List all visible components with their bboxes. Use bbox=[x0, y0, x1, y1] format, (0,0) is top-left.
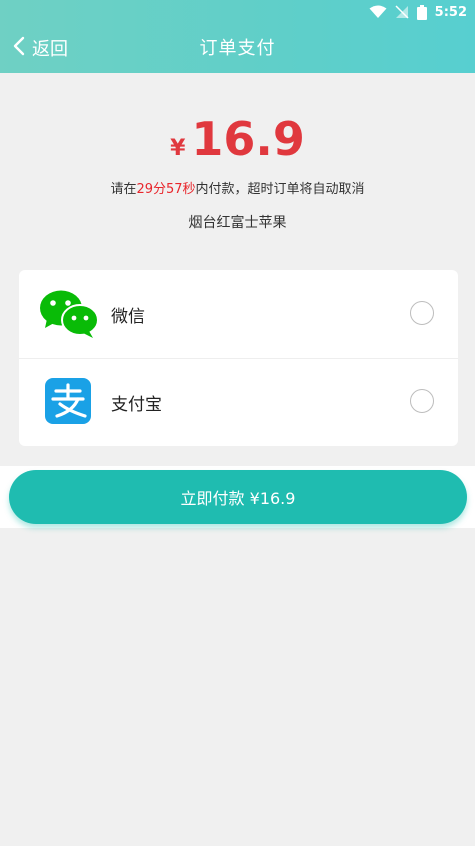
payment-option-alipay[interactable]: 支付宝 bbox=[19, 358, 458, 446]
order-amount: ¥16.9 bbox=[0, 112, 475, 166]
payment-deadline-notice: 请在29分57秒内付款，超时订单将自动取消 bbox=[0, 178, 475, 197]
wechat-icon bbox=[39, 288, 99, 342]
payment-methods-card: 微信 支付宝 bbox=[19, 270, 458, 446]
product-name: 烟台红富士苹果 bbox=[188, 215, 287, 231]
payment-option-wechat[interactable]: 微信 bbox=[19, 270, 458, 359]
amount-value: 16.9 bbox=[191, 112, 305, 166]
countdown-timer: 29分57秒 bbox=[136, 182, 196, 197]
status-bar: 5:52 bbox=[369, 2, 467, 22]
currency-symbol: ¥ bbox=[170, 136, 186, 161]
status-time: 5:52 bbox=[434, 4, 467, 20]
alipay-label: 支付宝 bbox=[111, 395, 162, 415]
notice-suffix: 内付款，超时订单将自动取消 bbox=[195, 182, 365, 197]
alipay-radio[interactable] bbox=[410, 389, 434, 413]
battery-icon bbox=[416, 4, 427, 20]
notice-prefix: 请在 bbox=[110, 182, 137, 197]
header-bar: 5:52 返回 订单支付 bbox=[0, 0, 475, 73]
alipay-icon bbox=[45, 378, 91, 428]
page-title: 订单支付 bbox=[199, 38, 276, 59]
no-signal-icon bbox=[395, 5, 409, 19]
wechat-radio[interactable] bbox=[410, 301, 434, 325]
wifi-icon bbox=[369, 5, 387, 19]
wechat-label: 微信 bbox=[111, 307, 145, 327]
pay-now-button[interactable]: 立即付款 ¥16.9 bbox=[9, 470, 467, 524]
